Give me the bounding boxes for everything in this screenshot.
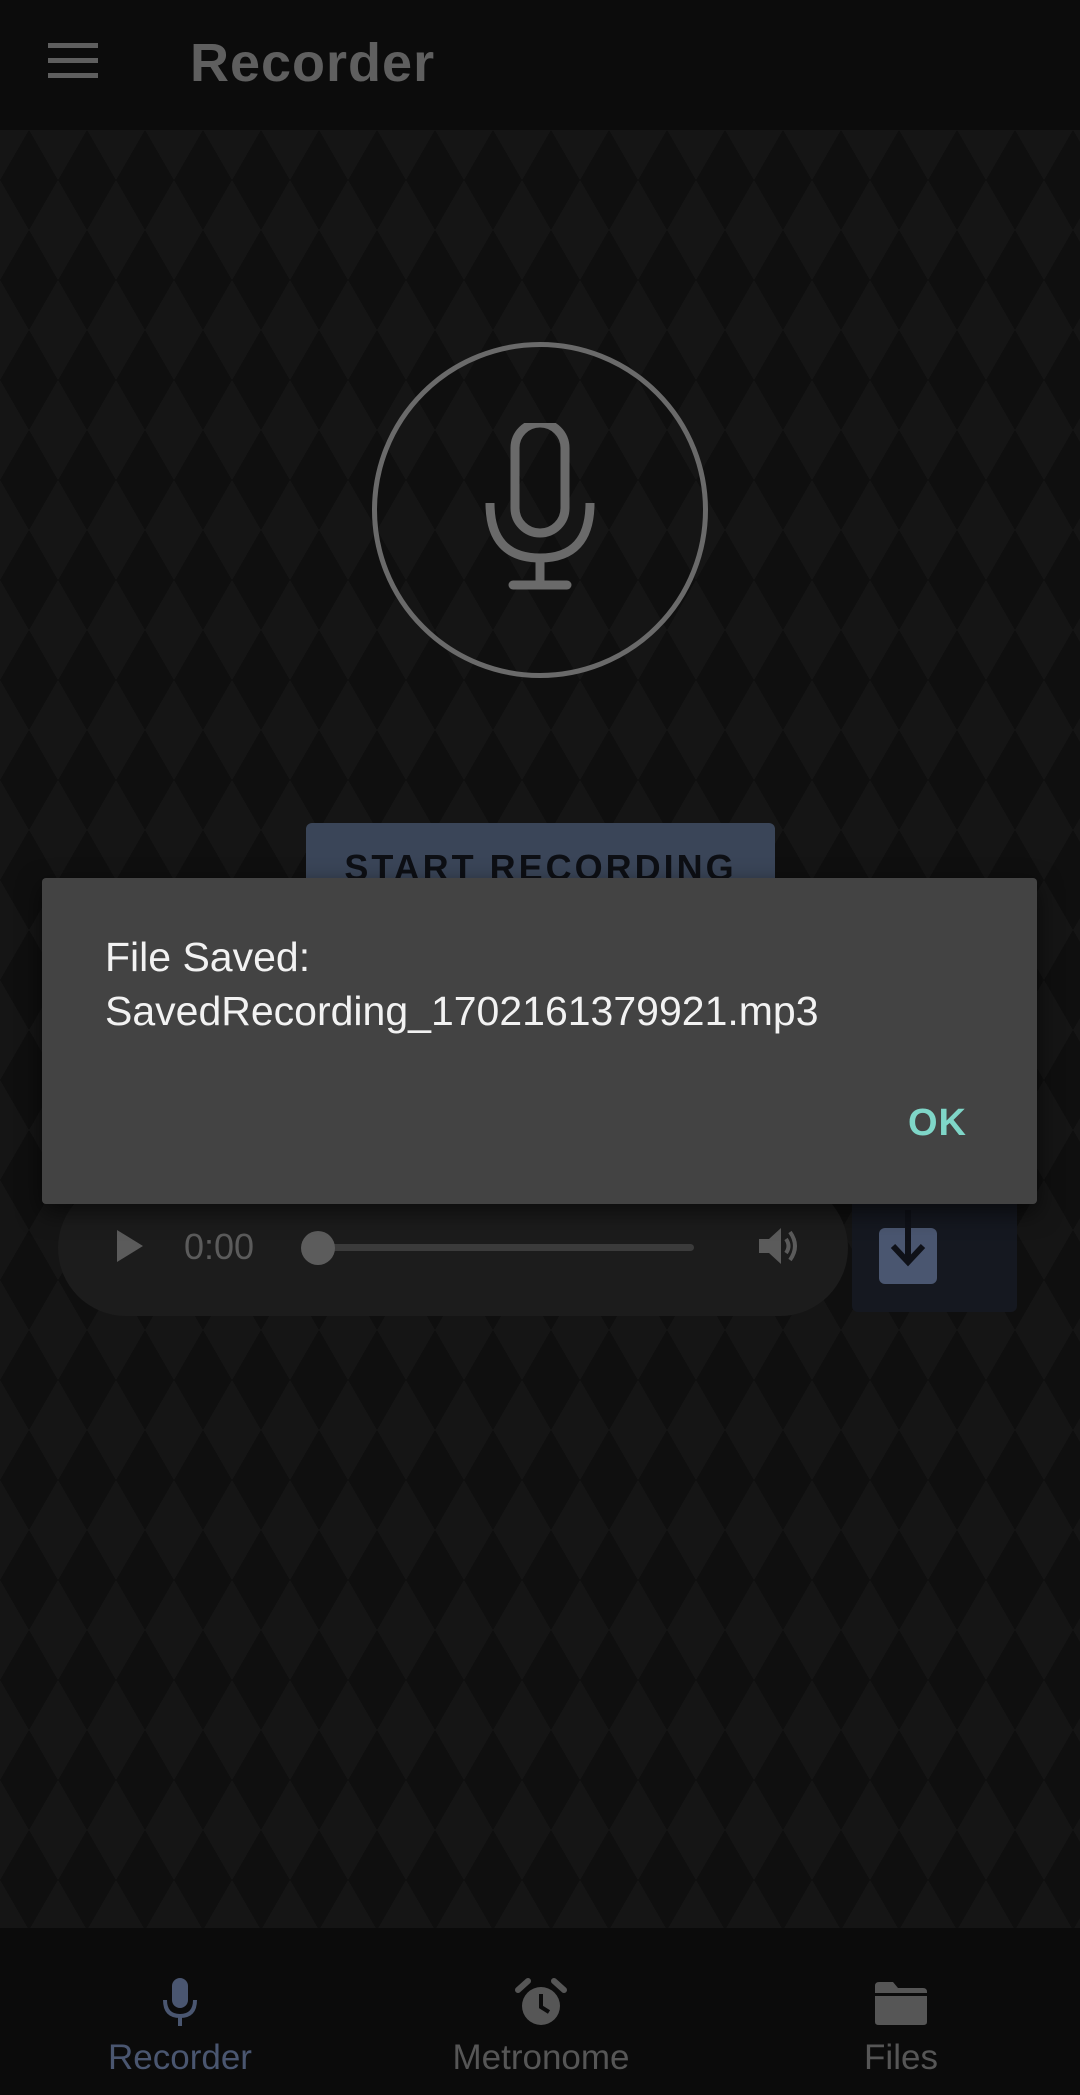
- folder-icon: [873, 1978, 929, 2028]
- play-button[interactable]: [100, 1220, 160, 1276]
- hamburger-menu-icon: [48, 42, 98, 84]
- nav-item-files[interactable]: Files: [840, 1928, 962, 2095]
- ok-button[interactable]: OK: [908, 1098, 967, 1148]
- playback-time: 0:00: [184, 1226, 255, 1267]
- nav-label-metronome: Metronome: [452, 2038, 630, 2077]
- seek-bar[interactable]: [318, 1244, 694, 1251]
- dialog-message: File Saved: SavedRecording_1702161379921…: [105, 934, 819, 1034]
- microphone-icon: [485, 418, 595, 598]
- page-title: Recorder: [190, 33, 436, 93]
- volume-button[interactable]: [752, 1222, 808, 1274]
- alarm-clock-icon: [515, 1978, 567, 2028]
- menu-button[interactable]: [30, 30, 116, 96]
- seek-thumb[interactable]: [301, 1231, 335, 1265]
- download-button[interactable]: [879, 1209, 937, 1289]
- file-saved-dialog: File Saved: SavedRecording_1702161379921…: [42, 878, 1037, 1204]
- nav-label-files: Files: [864, 2038, 938, 2077]
- play-icon: [115, 1229, 145, 1268]
- app-bar: Recorder: [0, 0, 1080, 130]
- nav-label-recorder: Recorder: [108, 2038, 252, 2077]
- download-icon: [879, 1209, 937, 1289]
- volume-icon: [757, 1225, 803, 1272]
- nav-item-metronome[interactable]: Metronome: [430, 1928, 652, 2095]
- bottom-navigation: Recorder Metronome Files: [0, 1928, 1080, 2095]
- app-screen: Recorder START RECORDING 0:00 Recorder M…: [0, 0, 1080, 2095]
- microphone-icon: [162, 1978, 198, 2028]
- record-mic-button[interactable]: [372, 342, 708, 678]
- nav-item-recorder[interactable]: Recorder: [90, 1928, 270, 2095]
